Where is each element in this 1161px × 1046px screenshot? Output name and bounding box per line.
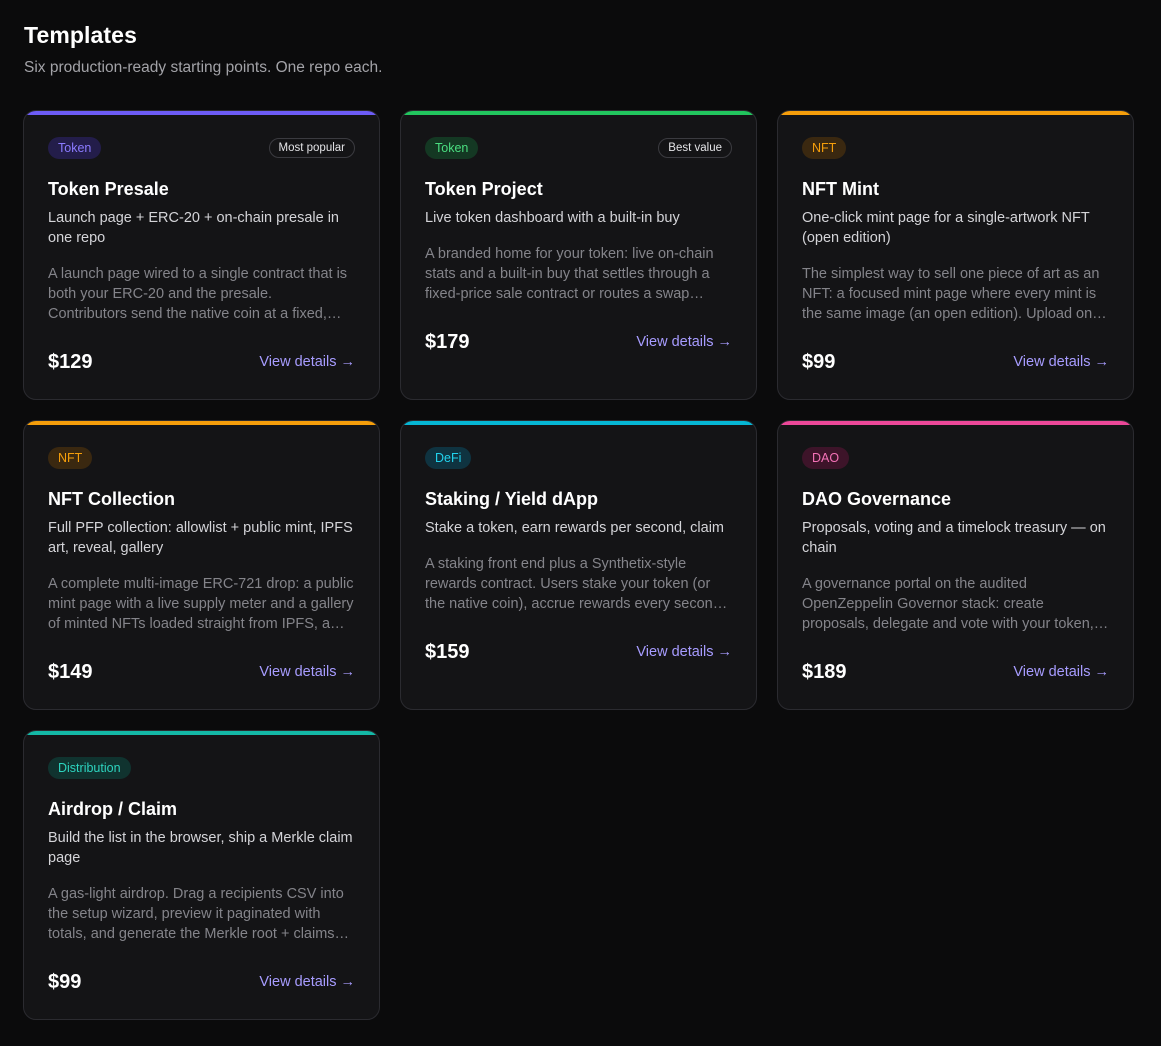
templates-page: Templates Six production-ready starting … — [0, 0, 1161, 1046]
card-title: DAO Governance — [802, 489, 952, 509]
card-top-row: Token Best value — [425, 137, 732, 159]
arrow-right-icon: → — [340, 974, 356, 990]
card-top-row: Token Most popular — [48, 137, 355, 159]
card-title: NFT Mint — [802, 179, 879, 199]
card-tagline: Proposals, voting and a timelock treasur… — [802, 520, 1106, 556]
card-top-row: DeFi — [425, 447, 732, 469]
view-details-link[interactable]: View details → — [259, 354, 355, 370]
card-title: Token Project — [425, 179, 543, 199]
highlight-badge: Best value — [658, 138, 732, 158]
arrow-right-icon: → — [340, 354, 356, 370]
view-details-link[interactable]: View details → — [636, 644, 732, 660]
card-footer: $189 View details → — [802, 660, 1109, 684]
arrow-right-icon: → — [717, 334, 733, 350]
view-details-label: View details — [1013, 354, 1091, 370]
card-tagline: Build the list in the browser, ship a Me… — [48, 830, 353, 866]
card-footer: $159 View details → — [425, 640, 732, 664]
card-description: A complete multi-image ERC-721 drop: a p… — [48, 576, 354, 632]
template-card-3[interactable]: NFT NFT Collection Full PFP collection: … — [23, 420, 380, 710]
view-details-link[interactable]: View details → — [259, 664, 355, 680]
template-grid: Token Most popular Token Presale Launch … — [23, 110, 1134, 1020]
card-tagline: Stake a token, earn rewards per second, … — [425, 520, 725, 536]
card-accent-bar — [778, 421, 1133, 425]
template-card-5[interactable]: DAO DAO Governance Proposals, voting and… — [777, 420, 1134, 710]
view-details-label: View details — [1013, 664, 1091, 680]
category-tag: Distribution — [48, 757, 131, 779]
template-card-4[interactable]: DeFi Staking / Yield dApp Stake a token,… — [400, 420, 757, 710]
page-title: Templates — [24, 22, 137, 48]
card-accent-bar — [24, 111, 379, 115]
arrow-right-icon: → — [340, 664, 356, 680]
price: $99 — [802, 351, 836, 373]
card-top-row: Distribution — [48, 757, 355, 779]
category-tag: NFT — [48, 447, 93, 469]
view-details-label: View details — [259, 354, 337, 370]
card-accent-bar — [778, 111, 1133, 115]
template-card-2[interactable]: NFT NFT Mint One-click mint page for a s… — [777, 110, 1134, 400]
card-footer: $129 View details → — [48, 350, 355, 374]
card-description: A gas-light airdrop. Drag a recipients C… — [48, 886, 350, 942]
card-description: A governance portal on the audited OpenZ… — [802, 576, 1109, 632]
card-description: A launch page wired to a single contract… — [48, 266, 348, 322]
card-title: Airdrop / Claim — [48, 799, 178, 819]
highlight-badge: Most popular — [268, 138, 355, 158]
view-details-link[interactable]: View details → — [1013, 664, 1109, 680]
card-title: Staking / Yield dApp — [425, 489, 599, 509]
price: $129 — [48, 351, 93, 373]
card-tagline: Full PFP collection: allowlist + public … — [48, 520, 353, 556]
arrow-right-icon: → — [717, 644, 733, 660]
price: $159 — [425, 641, 470, 663]
arrow-right-icon: → — [1094, 354, 1110, 370]
card-tagline: One-click mint page for a single-artwork… — [802, 210, 1090, 246]
template-card-0[interactable]: Token Most popular Token Presale Launch … — [23, 110, 380, 400]
price: $189 — [802, 661, 847, 683]
card-footer: $179 View details → — [425, 330, 732, 354]
card-description: The simplest way to sell one piece of ar… — [802, 266, 1107, 322]
card-accent-bar — [24, 731, 379, 735]
price: $179 — [425, 331, 470, 353]
card-description: A staking front end plus a Synthetix-sty… — [425, 556, 728, 612]
category-tag: DeFi — [425, 447, 472, 469]
card-top-row: NFT — [48, 447, 355, 469]
view-details-link[interactable]: View details → — [636, 334, 732, 350]
view-details-label: View details — [259, 664, 337, 680]
card-footer: $149 View details → — [48, 660, 355, 684]
card-title: Token Presale — [48, 179, 169, 199]
view-details-label: View details — [259, 974, 337, 990]
view-details-label: View details — [636, 334, 714, 350]
card-description: A branded home for your token: live on-c… — [425, 246, 714, 302]
page-subtitle: Six production-ready starting points. On… — [24, 59, 383, 76]
card-tagline: Live token dashboard with a built-in buy — [425, 210, 680, 226]
card-tagline: Launch page + ERC-20 + on-chain presale … — [48, 210, 339, 246]
price: $149 — [48, 661, 93, 683]
card-accent-bar — [401, 421, 756, 425]
page-header: Templates Six production-ready starting … — [24, 0, 1137, 78]
template-card-1[interactable]: Token Best value Token Project Live toke… — [400, 110, 757, 400]
view-details-link[interactable]: View details → — [259, 974, 355, 990]
price: $99 — [48, 971, 82, 993]
card-footer: $99 View details → — [48, 970, 355, 994]
card-top-row: NFT — [802, 137, 1109, 159]
arrow-right-icon: → — [1094, 664, 1110, 680]
category-tag: NFT — [802, 137, 847, 159]
category-tag: DAO — [802, 447, 850, 469]
card-footer: $99 View details → — [802, 350, 1109, 374]
card-accent-bar — [401, 111, 756, 115]
view-details-link[interactable]: View details → — [1013, 354, 1109, 370]
category-tag: Token — [48, 137, 102, 159]
view-details-label: View details — [636, 644, 714, 660]
card-accent-bar — [24, 421, 379, 425]
template-card-6[interactable]: Distribution Airdrop / Claim Build the l… — [23, 730, 380, 1020]
card-top-row: DAO — [802, 447, 1109, 469]
category-tag: Token — [425, 137, 479, 159]
card-title: NFT Collection — [48, 489, 175, 509]
